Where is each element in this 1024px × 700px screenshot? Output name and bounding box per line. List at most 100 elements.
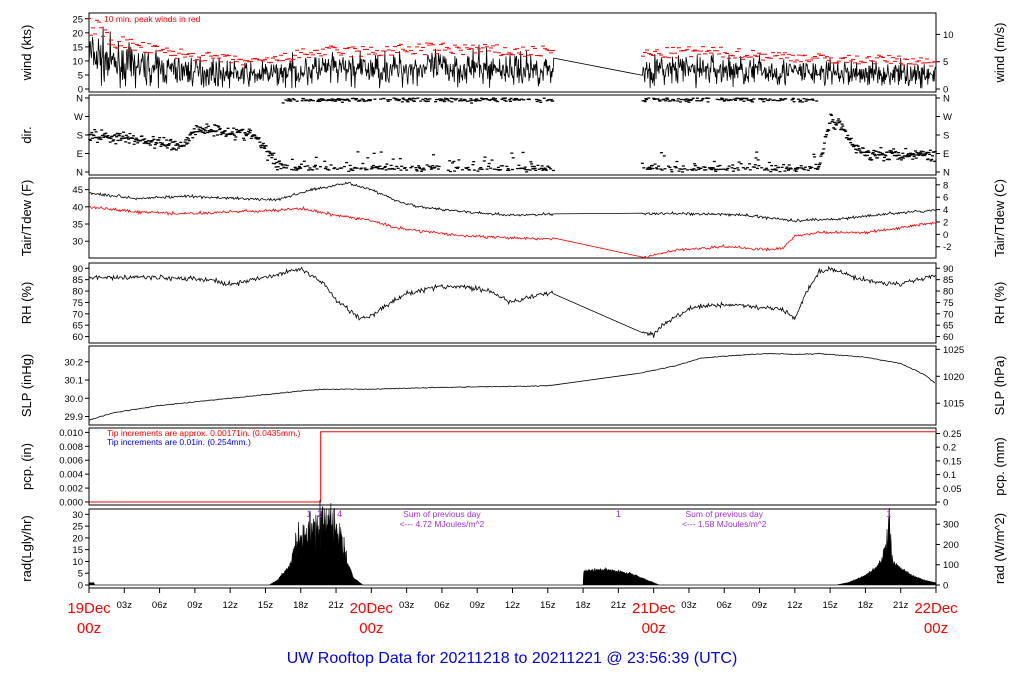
- figure-title: UW Rooftop Data for 20211218 to 20211221…: [286, 650, 738, 667]
- y-tick-label-right: W: [943, 112, 952, 123]
- rh-line: [88, 265, 937, 338]
- y-axis-label-right: rad (W/m^2): [992, 513, 1007, 584]
- y-tick-label: 29.9: [65, 412, 84, 423]
- panel-rad: rad(Lgly/hr) rad (W/m^2)05101520253001002…: [19, 499, 1007, 592]
- y-tick-label-right: 0.1: [943, 470, 956, 481]
- x-tick-label: 12z: [787, 600, 803, 611]
- y-tick-label: N: [76, 94, 83, 105]
- daily-sum-note: Sum of previous day: [403, 509, 481, 519]
- y-axis-label-right: wind (m/s): [992, 23, 1007, 84]
- panel-frame: [88, 262, 937, 344]
- x-tick-label: 03z: [681, 600, 697, 611]
- x-tick-label: 12z: [505, 600, 521, 611]
- y-tick-label-right: 1025: [943, 345, 964, 356]
- slp-line: [88, 352, 936, 421]
- x-tick-label: 09z: [187, 600, 203, 611]
- x-tick-label: 18z: [293, 600, 309, 611]
- rad-marker: 1: [886, 509, 891, 519]
- y-axis-label-right: Tair/Tdew (C): [992, 179, 1007, 257]
- y-tick-label: 5: [78, 70, 83, 81]
- y-tick-label: 75: [72, 298, 83, 309]
- y-axis-label: SLP (inHg): [19, 354, 34, 417]
- daily-sum-note: <--- 4.72 MJoules/m^2: [400, 519, 485, 529]
- x-tick-label: 21z: [328, 600, 344, 611]
- y-tick-label: 10: [72, 557, 83, 568]
- y-tick-label: 30.1: [65, 376, 84, 387]
- panel-wind: wind (kts) wind (m/s)0510152025051010 min…: [19, 12, 1007, 96]
- y-axis-label: Tair/Tdew (F): [19, 180, 34, 257]
- y-tick-label: S: [77, 131, 83, 142]
- y-tick-label: 15: [72, 545, 83, 556]
- y-tick-label: 35: [72, 220, 83, 231]
- y-tick-label: 60: [72, 332, 83, 343]
- x-tick-label: 15z: [822, 600, 838, 611]
- y-axis-label-right: pcp. (mm): [992, 437, 1007, 496]
- x-axis: 03z 06z 09z 12z 15z 18z 21z 03z 06z 09z 12z 15z 18z 2…: [67, 588, 958, 637]
- pcp-note: Tip increments are 0.01in. (0.254mm.): [107, 437, 251, 447]
- y-tick-label-right: 90: [943, 264, 954, 275]
- x-tick-label: 06z: [152, 600, 168, 611]
- x-tick-label: 18z: [575, 600, 591, 611]
- y-tick-label: 30: [72, 237, 83, 248]
- x-tick-label: 21z: [611, 600, 627, 611]
- y-tick-label: W: [74, 112, 83, 123]
- panel-pcp: pcp. (in) pcp. (mm) 0.000 0.002 0.004 0.006 0.…: [19, 427, 1007, 509]
- x-day-label: 22Dec: [914, 600, 958, 617]
- x-tick-label: 15z: [540, 600, 556, 611]
- y-axis-label-right: SLP (hPa): [992, 356, 1007, 416]
- y-axis-label: pcp. (in): [19, 443, 34, 490]
- y-tick-label: 0: [78, 581, 83, 592]
- panel-frame: [88, 345, 937, 426]
- daily-sum-note: Sum of previous day: [686, 509, 764, 519]
- panel-rh: RH (%) RH (%)6065707580859060657075808590: [19, 262, 1007, 344]
- y-tick-label-right: 60: [943, 332, 954, 343]
- y-tick-label-right: 2: [943, 217, 948, 228]
- panel-temp: Tair/Tdew (F) Tair/Tdew (C) 30 35 40 45 -20 246…: [19, 177, 1007, 260]
- y-axis-label: rad(Lgly/hr): [19, 515, 34, 581]
- x-tick-label: 03z: [117, 600, 133, 611]
- x-tick-label: 21z: [893, 600, 909, 611]
- panel-dir: dir.NESWNNESWN: [19, 94, 952, 179]
- y-tick-label: 0.004: [59, 470, 83, 481]
- panel-frame: [88, 508, 937, 589]
- daily-sum-note: <--- 1.58 MJoules/m^2: [682, 519, 767, 529]
- rad-marker: 1: [306, 509, 311, 519]
- y-tick-label-right: 0: [943, 230, 948, 241]
- y-tick-label: 65: [72, 321, 83, 332]
- y-tick-label: 85: [72, 275, 83, 286]
- x-tick-label: 03z: [399, 600, 415, 611]
- x-day-time-label: 00z: [642, 620, 666, 637]
- panel-frame: [88, 12, 937, 93]
- y-tick-label-right: 6: [943, 193, 948, 204]
- y-tick-label-right: 0.05: [943, 484, 962, 495]
- y-tick-label-right: 1015: [943, 399, 964, 410]
- x-day-label: 21Dec: [632, 600, 676, 617]
- y-tick-label: 45: [72, 185, 83, 196]
- y-tick-label: 5: [78, 569, 83, 580]
- y-tick-label-right: 0.15: [943, 456, 962, 467]
- x-tick-label: 06z: [434, 600, 450, 611]
- y-tick-label-right: 8: [943, 180, 948, 191]
- x-tick-label: 06z: [717, 600, 733, 611]
- x-tick-label: 15z: [258, 600, 274, 611]
- y-tick-label: 10: [72, 56, 83, 67]
- panel-slp: SLP (inHg) SLP (hPa) 29.9 30.0 30.1 30.2 1015 1…: [19, 345, 1007, 426]
- y-tick-label: 40: [72, 202, 83, 213]
- radiation-area: [88, 499, 937, 586]
- y-tick-label: 25: [72, 14, 83, 25]
- y-tick-label-right: N: [943, 168, 950, 179]
- y-tick-label: 25: [72, 522, 83, 533]
- series-tair: [88, 181, 936, 223]
- y-axis-label: RH (%): [19, 282, 34, 325]
- y-tick-label-right: 1020: [943, 372, 964, 383]
- y-tick-label-right: S: [943, 131, 949, 142]
- rad-marker: 1: [616, 509, 621, 519]
- y-tick-label-right: 4: [943, 205, 948, 216]
- y-axis-label: wind (kts): [19, 25, 34, 82]
- chart-figure: wind (kts) wind (m/s) 0 5 10 15 20 25 0 5 10 10 min…: [0, 0, 1024, 700]
- x-tick-label: 12z: [223, 600, 239, 611]
- x-tick-label: 09z: [752, 600, 768, 611]
- y-tick-label: 0.008: [59, 442, 83, 453]
- y-tick-label-right: 75: [943, 298, 954, 309]
- rad-marker: 2: [317, 509, 322, 519]
